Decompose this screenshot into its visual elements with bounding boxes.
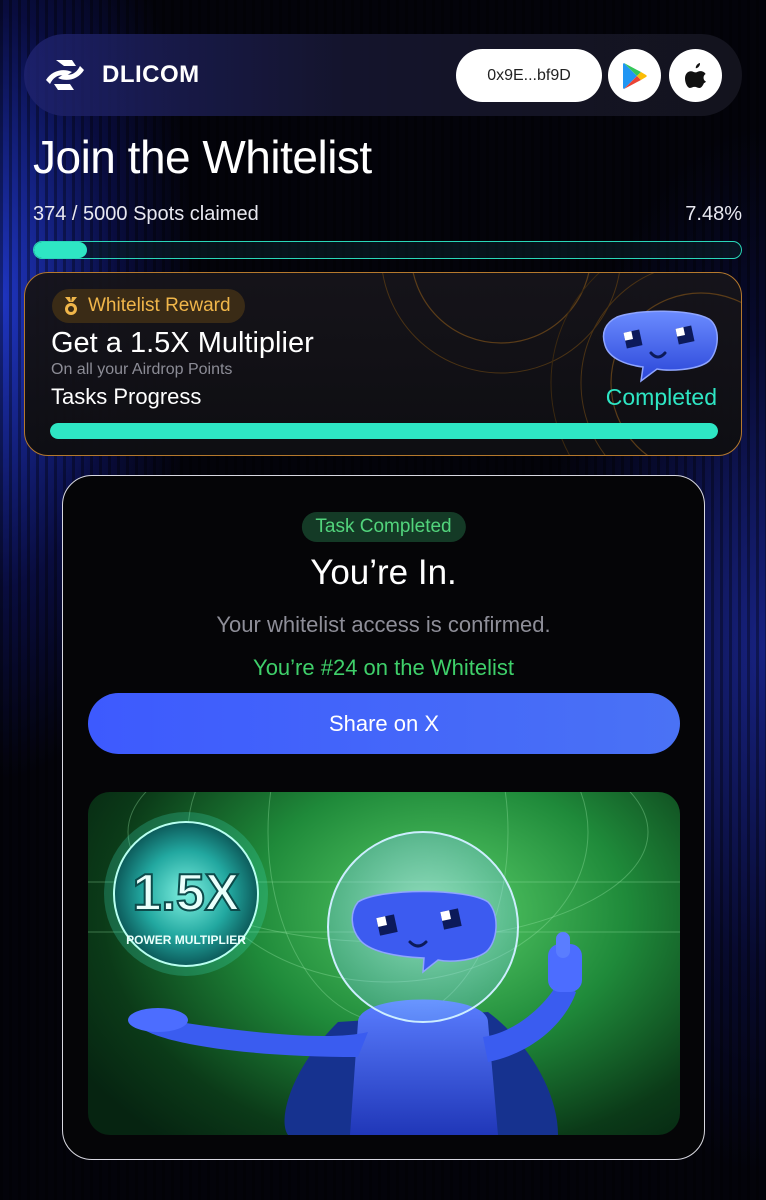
whitelist-reward-card: Whitelist Reward Get a 1.5X Multiplier O…: [24, 272, 742, 456]
page-title: Join the Whitelist: [33, 131, 372, 183]
tasks-status: Completed: [605, 384, 717, 410]
banner-illustration: 1.5X POWER MULTIPLIER: [88, 792, 680, 1135]
medal-icon: [65, 297, 77, 315]
multiplier-banner-image: 1.5X POWER MULTIPLIER: [88, 792, 680, 1135]
mascot-face-icon: [602, 310, 718, 383]
whitelist-reward-badge: Whitelist Reward: [52, 289, 245, 323]
brand-logo[interactable]: DLICOM: [42, 56, 200, 94]
task-completed-chip: Task Completed: [301, 512, 466, 542]
google-play-icon: [622, 62, 647, 89]
share-on-x-button[interactable]: Share on X: [88, 693, 680, 754]
whitelist-rank: You’re #24 on the Whitelist: [253, 655, 514, 680]
apple-icon: [684, 62, 706, 88]
spots-progress-fill: [34, 242, 87, 258]
google-play-button[interactable]: [608, 49, 661, 102]
brand-name: DLICOM: [102, 61, 200, 88]
orb-caption: POWER MULTIPLIER: [126, 933, 246, 947]
tasks-progress-label: Tasks Progress: [51, 384, 202, 409]
top-bar: DLICOM 0x9E...bf9D: [24, 34, 742, 116]
reward-badge-label: Whitelist Reward: [88, 295, 231, 316]
orb-value: 1.5X: [133, 864, 240, 922]
result-card: Task Completed You’re In. Your whitelist…: [62, 475, 705, 1160]
spots-percent-text: 7.48%: [685, 203, 742, 225]
tasks-progress-bar: [50, 423, 718, 439]
tasks-progress-fill: [50, 423, 718, 439]
wallet-address-button[interactable]: 0x9E...bf9D: [456, 49, 602, 102]
spots-progress-bar: [33, 241, 742, 259]
reward-title: Get a 1.5X Multiplier: [51, 327, 314, 359]
app-store-button[interactable]: [669, 49, 722, 102]
spots-claimed-text: 374 / 5000 Spots claimed: [33, 203, 259, 225]
reward-subtitle: On all your Airdrop Points: [51, 361, 233, 378]
dlicom-logo-icon: [46, 60, 84, 90]
result-heading: You’re In.: [310, 553, 457, 592]
confirmation-message: Your whitelist access is confirmed.: [216, 612, 551, 637]
